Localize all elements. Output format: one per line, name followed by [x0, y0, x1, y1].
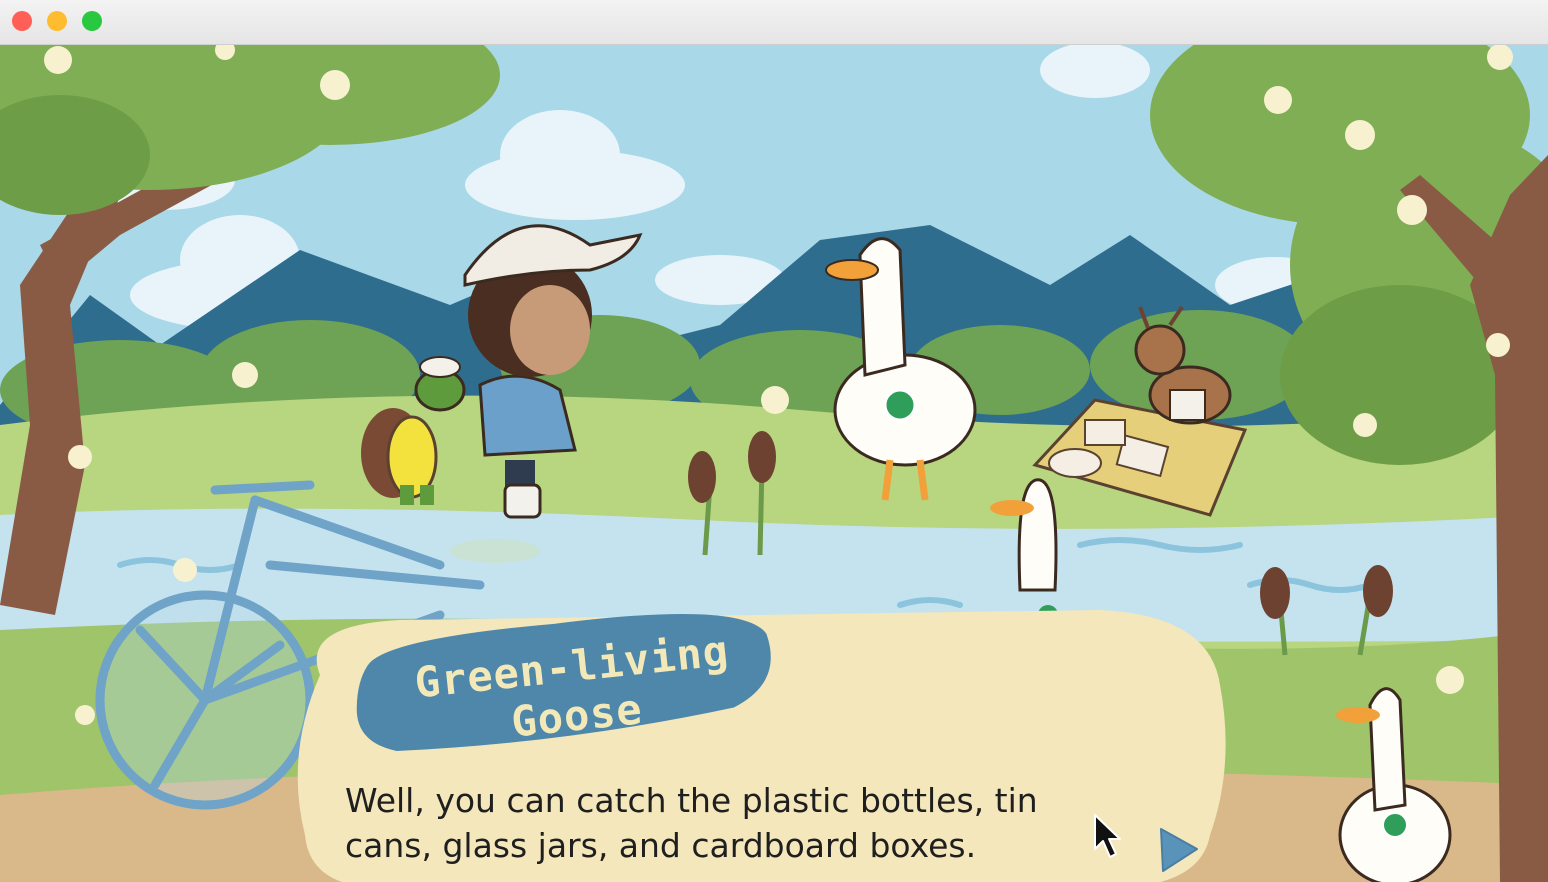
- mouse-pointer-icon: [1094, 814, 1121, 858]
- bicycle-seat: [450, 539, 540, 563]
- minimize-window-button[interactable]: [47, 11, 67, 31]
- dialog-text: Well, you can catch the plastic bottles,…: [345, 781, 1038, 865]
- maximize-window-button[interactable]: [82, 11, 102, 31]
- window-titlebar: [0, 0, 1548, 45]
- game-scene[interactable]: Green-living Goose Well, you can catch t…: [0, 45, 1548, 882]
- close-window-button[interactable]: [12, 11, 32, 31]
- play-triangle-icon[interactable]: [1157, 825, 1201, 875]
